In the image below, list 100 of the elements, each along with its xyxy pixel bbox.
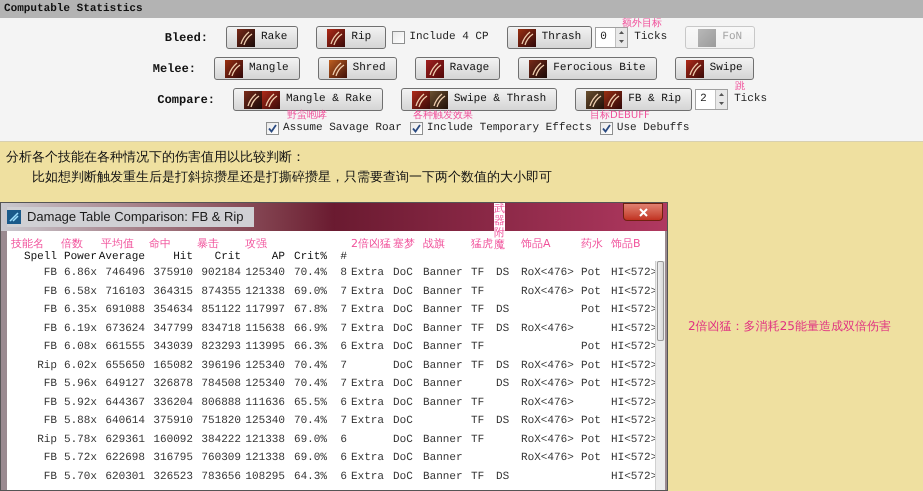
column-annotation: 塞梦 (393, 238, 415, 249)
table-cell-text: HI<572> (611, 303, 658, 318)
table-cell-text: HI<572> (611, 284, 658, 300)
table-cell-text: 629361 (105, 432, 145, 448)
table-cell-text: DoC (393, 470, 413, 484)
claw-icon (237, 28, 255, 46)
checkbox[interactable] (392, 31, 406, 44)
annotation: 野蛮咆哮 (287, 111, 327, 121)
table-cell-text: 6 (340, 396, 347, 410)
table-cell-text: Extra (351, 266, 384, 281)
table-cell-text: 347799 (153, 322, 193, 336)
table-cell-text: TF (471, 284, 484, 300)
table-cell-text: Extra (351, 340, 384, 355)
table-cell-text: RoX<476> (521, 266, 574, 281)
column-header: AP (272, 252, 285, 263)
claw-icon (686, 60, 704, 78)
table-cell-text: RoX<476> (521, 396, 574, 410)
ability-button[interactable]: Mangle & Rake (233, 88, 383, 111)
table-cell-text: FB (44, 266, 57, 281)
table-cell-text: Extra (351, 451, 384, 466)
checkbox-label: Include Temporary Effects (426, 123, 592, 134)
table-cell-text: 806888 (201, 396, 241, 410)
table-cell-text: 384222 (201, 432, 241, 448)
table-cell-text: 644367 (105, 396, 145, 410)
table-cell-text: 64.3% (294, 470, 327, 484)
table-cell-text: HI<572> (611, 377, 658, 392)
table-cell-text: Extra (351, 322, 384, 336)
ability-button[interactable]: Rip (316, 26, 386, 49)
table-cell-text: Banner (423, 396, 463, 410)
ability-button[interactable]: Shred (318, 57, 397, 80)
table-cell-text: RoX<476> (521, 432, 574, 448)
table-cell-text: 70.4% (294, 377, 327, 392)
ability-button[interactable]: Thrash (506, 26, 592, 49)
ability-button[interactable]: Ravage (414, 57, 500, 80)
table-cell-text: 5.70x (64, 470, 97, 484)
column-annotation: 技能名 (11, 238, 44, 249)
table-cell-text: 375910 (153, 414, 193, 429)
table-cell-text: 823293 (201, 340, 241, 355)
checkbox[interactable] (410, 122, 423, 135)
table-cell-text: Extra (351, 470, 384, 484)
close-button[interactable] (623, 203, 663, 221)
table-cell-text: FB (44, 284, 57, 300)
ability-button[interactable]: FB & Rip (575, 88, 692, 111)
table-cell-text: 111636 (245, 396, 285, 410)
annotation: 各种触发效果 (413, 111, 473, 121)
scrollbar-thumb[interactable] (657, 261, 664, 341)
ability-button[interactable]: Swipe & Thrash (400, 88, 558, 111)
column-annotation: 猛虎 (471, 238, 493, 249)
table-cell-text: HI<572> (611, 266, 658, 281)
column-annotation: 2倍凶猛 (351, 238, 391, 249)
ticks-label: Ticks (734, 92, 768, 108)
table-cell-text: 396196 (201, 358, 241, 374)
annotation: 额外目标 (622, 19, 662, 29)
column-annotation: 战旗 (423, 238, 445, 249)
table-cell-text: 67.8% (294, 303, 327, 318)
ability-button[interactable]: Rake (226, 26, 298, 49)
number-spinner[interactable]: 0 (595, 27, 628, 48)
table-cell-text: DoC (393, 303, 413, 318)
table-cell-text: 336204 (153, 396, 193, 410)
table-cell-text: 316795 (153, 451, 193, 466)
table-cell-text: TF (471, 266, 484, 281)
table-cell-text: 125340 (245, 358, 285, 374)
table-cell-text: DS (496, 414, 510, 429)
ability-button[interactable]: Mangle (214, 57, 300, 80)
claw-icon (262, 90, 280, 108)
claw-icon (426, 60, 444, 78)
checkbox[interactable] (266, 122, 279, 135)
column-header: Crit (214, 252, 241, 263)
table-cell-text: 7 (340, 358, 347, 374)
table-cell-text: 7 (340, 414, 347, 429)
claw-icon (327, 28, 346, 46)
table-cell-text: 6 (340, 470, 347, 484)
table-cell-text: FB (44, 322, 57, 336)
table-cell-text: Extra (351, 396, 384, 410)
table-cell-text: Pot (581, 340, 601, 355)
column-header: Power (64, 252, 97, 263)
blank-icon (698, 28, 716, 46)
ability-button[interactable]: Ferocious Bite (518, 57, 657, 80)
table-cell-text: 902184 (201, 266, 241, 281)
table-cell-text: Rip (37, 358, 57, 374)
table-cell-text: Banner (423, 322, 463, 336)
column-header: Crit% (294, 252, 327, 263)
table-cell-text: 760309 (201, 451, 241, 466)
table-cell-text: 121338 (245, 432, 285, 448)
checkbox[interactable] (600, 122, 613, 135)
checkbox-label: Assume Savage Roar (283, 123, 402, 134)
scrollbar[interactable] (655, 261, 665, 490)
table-cell-text: HI<572> (611, 322, 658, 336)
window-title: Damage Table Comparison: FB & Rip (27, 208, 244, 226)
column-annotation: 命中 (149, 238, 171, 249)
table-cell-text: Pot (581, 303, 601, 318)
table-cell-text: Banner (423, 432, 463, 448)
table-cell-text: Extra (351, 303, 384, 318)
checkbox-label: Use Debuffs (616, 123, 690, 134)
table-cell-text: TF (471, 396, 484, 410)
ability-button[interactable]: Swipe (674, 57, 754, 80)
number-spinner[interactable]: 2 (695, 89, 728, 110)
table-cell-text: Rip (37, 432, 57, 448)
table-cell-text: DS (496, 358, 510, 374)
table-cell-text: 5.88x (64, 414, 97, 429)
